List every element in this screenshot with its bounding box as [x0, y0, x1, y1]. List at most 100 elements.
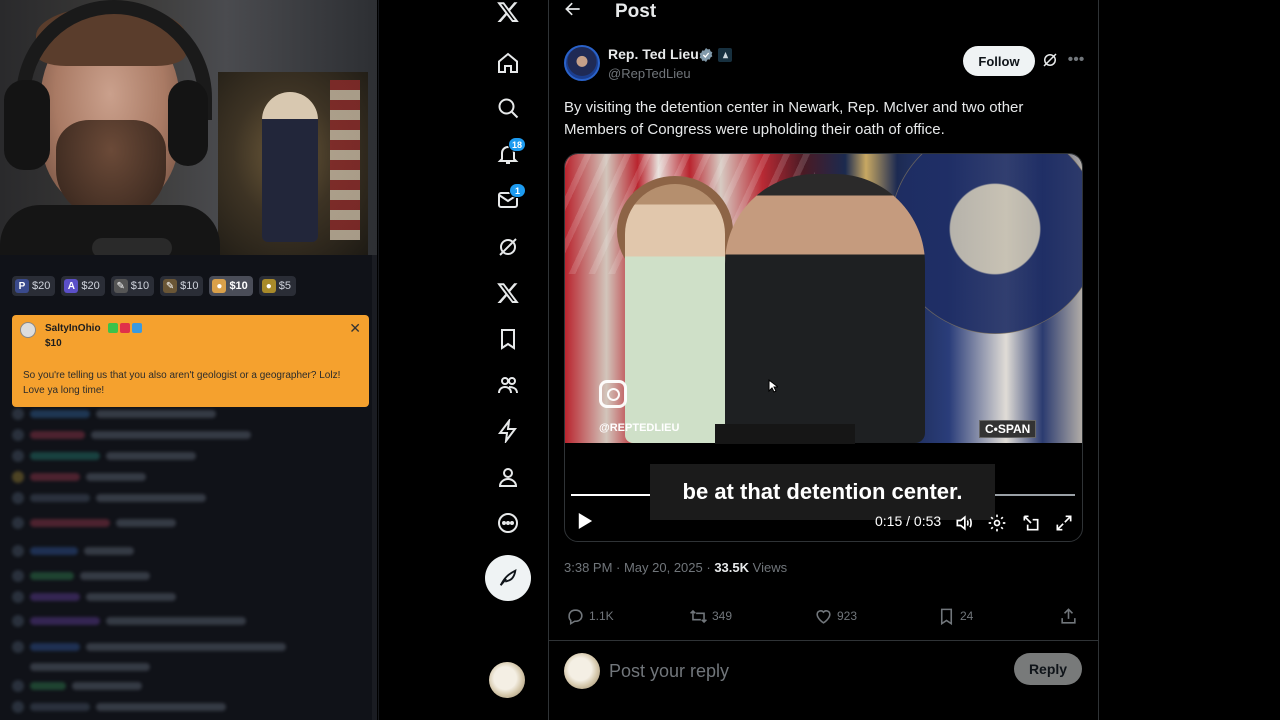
- search-icon[interactable]: [490, 90, 526, 126]
- donor-tag-badge: P: [15, 279, 29, 293]
- profile-icon[interactable]: [490, 459, 526, 495]
- headphone-earcup-left: [4, 80, 50, 170]
- messages-badge: 1: [509, 183, 526, 198]
- bookmarks-icon[interactable]: [490, 321, 526, 357]
- speaker-woman: [625, 184, 725, 443]
- podium: [715, 424, 855, 444]
- chat-line-blurred: [12, 449, 352, 463]
- bookmark-icon: [940, 608, 953, 625]
- donor-avatar: [20, 322, 36, 338]
- donor-tag: P $20: [12, 276, 56, 296]
- repost-count: 349: [712, 609, 733, 623]
- repost-action[interactable]: 349: [689, 604, 732, 628]
- donor-tag: ● $10: [209, 276, 253, 296]
- feather-icon: [499, 569, 517, 586]
- badge-icon: [120, 323, 130, 333]
- chat-line-blurred: [12, 516, 352, 530]
- follow-button[interactable]: Follow: [963, 46, 1035, 76]
- chat-line-blurred: [12, 700, 352, 714]
- donor-tags: P $20 A $20 ✎ $10 ✎ $10 ● $10 ● $5: [12, 276, 297, 296]
- badge-icon: [132, 323, 142, 333]
- account-avatar[interactable]: [489, 662, 525, 698]
- x-sidebar: 18 1: [378, 0, 548, 720]
- donor-tag-badge: ●: [212, 279, 227, 293]
- overlay-divider: [372, 255, 377, 720]
- reply-avatar: [564, 653, 600, 689]
- donor-tag-amount: $20: [81, 280, 100, 292]
- home-icon[interactable]: [490, 45, 526, 81]
- pip-icon[interactable]: [1021, 513, 1041, 533]
- notifications-badge: 18: [507, 137, 526, 152]
- more-options-icon[interactable]: •••: [1066, 51, 1086, 71]
- lightning-icon[interactable]: [490, 413, 526, 449]
- reply-count: 1.1K: [589, 609, 614, 623]
- x-logo-icon[interactable]: [490, 0, 526, 30]
- donation-alert: SaltyInOhio $10 ✕ So you're telling us t…: [12, 315, 369, 407]
- share-icon: [1061, 607, 1076, 624]
- reply-action[interactable]: 1.1K: [566, 604, 614, 628]
- right-blank-area: [1100, 0, 1280, 720]
- author-handle[interactable]: @RepTedLieu: [608, 66, 691, 81]
- donor-name: SaltyInOhio: [45, 323, 101, 334]
- donor-tag: ✎ $10: [160, 276, 204, 296]
- fullscreen-icon[interactable]: [1054, 513, 1074, 533]
- author-avatar[interactable]: [564, 45, 600, 81]
- heart-icon: [816, 609, 831, 624]
- donation-amount: $10: [45, 338, 62, 349]
- post-actions: 1.1K 349 923 24: [564, 604, 1084, 628]
- grok-icon[interactable]: [1041, 51, 1061, 71]
- like-action[interactable]: 923: [814, 604, 857, 628]
- premium-x-icon[interactable]: [490, 275, 526, 311]
- painting-figure: [262, 92, 318, 242]
- reply-icon: [568, 608, 583, 625]
- page-title: Post: [615, 1, 657, 22]
- like-count: 923: [837, 609, 858, 623]
- reply-input[interactable]: [609, 657, 989, 685]
- affiliation-icon[interactable]: [718, 48, 732, 62]
- settings-gear-icon[interactable]: [987, 513, 1007, 533]
- donor-tag-amount: $10: [229, 280, 248, 292]
- reply-button[interactable]: Reply: [1014, 653, 1082, 685]
- speaker-man: [725, 174, 925, 443]
- post-timestamp: 3:38 PM · May 20, 2025 · 33.5K Views: [564, 560, 787, 575]
- author-name[interactable]: Rep. Ted Lieu: [608, 46, 699, 62]
- video-player[interactable]: @REPTEDLIEU C•SPAN be at that detention …: [564, 153, 1083, 542]
- chat-line-blurred: [12, 569, 352, 583]
- chat-line-blurred: [12, 590, 352, 604]
- chat-line-blurred: [12, 660, 352, 674]
- video-frame: @REPTEDLIEU C•SPAN: [565, 154, 1082, 444]
- chat-line-blurred: [12, 428, 352, 442]
- donor-badges: [108, 323, 142, 333]
- donor-tag-amount: $10: [180, 280, 199, 292]
- share-action[interactable]: [1059, 604, 1078, 628]
- volume-icon[interactable]: [954, 513, 974, 533]
- chat-line-blurred: [12, 614, 352, 628]
- video-caption: be at that detention center.: [650, 464, 995, 520]
- chat-line-blurred: [12, 470, 352, 484]
- background-painting: [218, 72, 368, 255]
- repost-icon: [690, 609, 707, 623]
- compose-post-button[interactable]: [485, 555, 531, 601]
- donor-tag-amount: $20: [32, 280, 51, 292]
- post-text: By visiting the detention center in Newa…: [564, 99, 1024, 138]
- donor-tag-badge: ●: [261, 279, 276, 293]
- timestamp-text[interactable]: 3:38 PM · May 20, 2025 ·: [564, 560, 711, 575]
- badge-icon: [108, 323, 118, 333]
- back-arrow-icon[interactable]: [563, 0, 585, 23]
- play-icon[interactable]: [577, 512, 595, 532]
- messages-icon[interactable]: 1: [490, 182, 526, 218]
- close-icon[interactable]: ✕: [349, 320, 361, 337]
- instagram-icon: [599, 380, 627, 408]
- painting-flag: [330, 80, 360, 240]
- video-time: 0:15 / 0:53: [875, 513, 942, 529]
- communities-icon[interactable]: [490, 367, 526, 403]
- video-progress-fill: [571, 494, 657, 496]
- video-duration: 0:53: [913, 513, 942, 529]
- more-circle-icon[interactable]: [490, 505, 526, 541]
- bookmark-action[interactable]: 24: [937, 604, 973, 628]
- donor-tag-amount: $5: [278, 280, 292, 292]
- grok-icon[interactable]: [490, 229, 526, 265]
- notifications-icon[interactable]: 18: [490, 136, 526, 172]
- chat-line-blurred: [12, 491, 352, 505]
- network-bug: C•SPAN: [979, 420, 1037, 438]
